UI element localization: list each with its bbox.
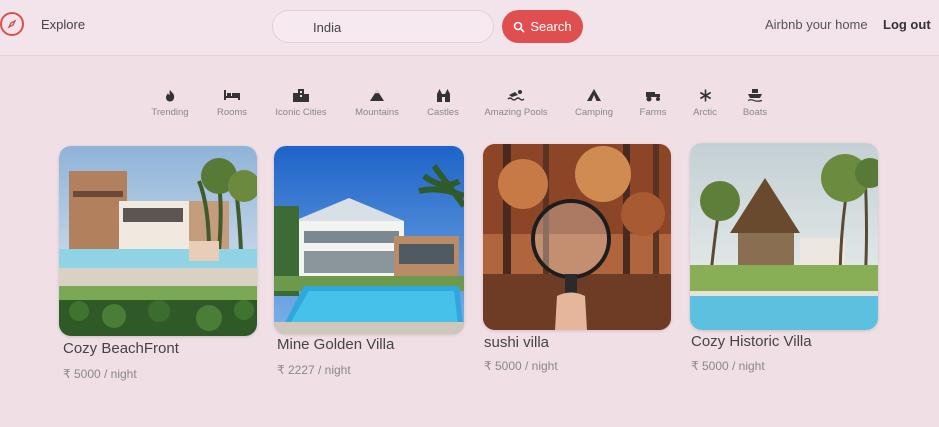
listing-card[interactable]: Mine Golden Villa ₹ 2227 / night bbox=[274, 146, 464, 377]
castle-icon bbox=[433, 86, 453, 104]
top-navbar: Explore Search Airbnb your home Log out bbox=[0, 0, 939, 56]
listing-price: ₹ 5000 / night bbox=[691, 359, 765, 373]
fire-icon bbox=[160, 86, 180, 104]
category-label: Amazing Pools bbox=[484, 107, 548, 118]
category-iconic-cities[interactable]: Iconic Cities bbox=[273, 86, 329, 118]
compass-icon[interactable] bbox=[0, 12, 24, 36]
listing-photo-golden-villa[interactable] bbox=[274, 146, 464, 334]
search-icon bbox=[514, 21, 525, 33]
category-label: Castles bbox=[427, 107, 459, 118]
category-label: Camping bbox=[574, 107, 614, 118]
listing-title[interactable]: sushi villa bbox=[484, 334, 549, 351]
category-boats[interactable]: Boats bbox=[740, 86, 770, 118]
category-farms[interactable]: Farms bbox=[637, 86, 669, 118]
swimmer-icon bbox=[506, 86, 526, 104]
listing-price: ₹ 5000 / night bbox=[63, 367, 137, 381]
search-button-label: Search bbox=[530, 19, 572, 34]
listing-photo-sushi-villa[interactable] bbox=[483, 144, 671, 330]
listing-price: ₹ 2227 / night bbox=[277, 363, 351, 377]
listing-title[interactable]: Cozy BeachFront bbox=[63, 340, 179, 357]
category-label: Trending bbox=[151, 107, 189, 118]
search-button[interactable]: Search bbox=[502, 10, 583, 43]
category-label: Iconic Cities bbox=[275, 107, 327, 118]
category-label: Farms bbox=[639, 107, 667, 118]
category-mountains[interactable]: Mountains bbox=[353, 86, 401, 118]
category-trending[interactable]: Trending bbox=[150, 86, 190, 118]
ship-icon bbox=[745, 86, 765, 104]
search-input[interactable] bbox=[313, 18, 473, 36]
city-icon bbox=[291, 86, 311, 104]
listing-photo-historic-villa[interactable] bbox=[690, 143, 878, 330]
category-rooms[interactable]: Rooms bbox=[213, 86, 251, 118]
tent-icon bbox=[584, 86, 604, 104]
category-arctic[interactable]: Arctic bbox=[689, 86, 721, 118]
snowflake-icon bbox=[695, 86, 715, 104]
category-label: Rooms bbox=[216, 107, 248, 118]
listing-card[interactable]: Cozy BeachFront ₹ 5000 / night bbox=[59, 146, 257, 381]
category-castles[interactable]: Castles bbox=[426, 86, 460, 118]
listing-price: ₹ 5000 / night bbox=[484, 359, 558, 373]
logout-button[interactable]: Log out bbox=[883, 17, 931, 32]
category-amazing-pools[interactable]: Amazing Pools bbox=[483, 86, 549, 118]
category-label: Arctic bbox=[693, 107, 717, 118]
category-camping[interactable]: Camping bbox=[572, 86, 616, 118]
category-label: Mountains bbox=[355, 107, 399, 118]
listing-photo-beach-villa[interactable] bbox=[59, 146, 257, 336]
tractor-icon bbox=[643, 86, 663, 104]
listing-card[interactable]: sushi villa ₹ 5000 / night bbox=[483, 144, 671, 373]
bed-icon bbox=[222, 86, 242, 104]
search-field[interactable] bbox=[272, 10, 494, 43]
listing-title[interactable]: Cozy Historic Villa bbox=[691, 333, 812, 350]
category-label: Boats bbox=[742, 107, 768, 118]
explore-link[interactable]: Explore bbox=[41, 17, 85, 32]
listing-title[interactable]: Mine Golden Villa bbox=[277, 336, 394, 353]
listing-card[interactable]: Cozy Historic Villa ₹ 5000 / night bbox=[690, 143, 878, 373]
mountain-icon bbox=[367, 86, 387, 104]
airbnb-your-home-link[interactable]: Airbnb your home bbox=[765, 17, 868, 32]
